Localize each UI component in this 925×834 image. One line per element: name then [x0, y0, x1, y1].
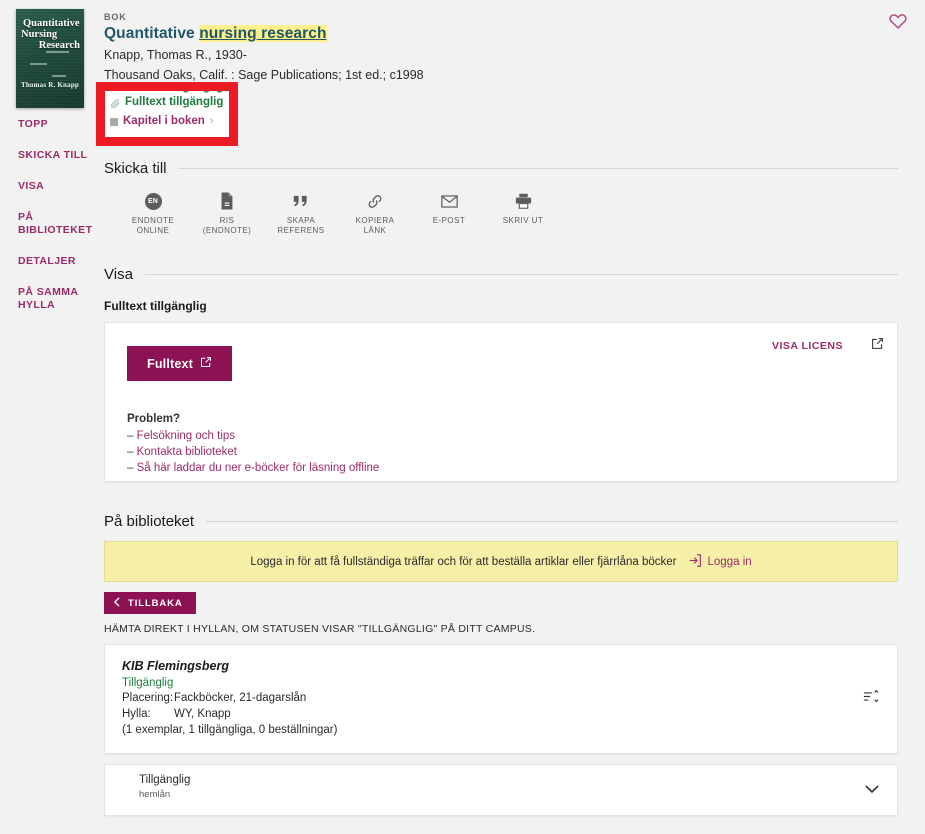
- holding-placering-label: Placering:: [122, 692, 174, 704]
- holding-library-name: KIB Flemingsberg: [122, 659, 229, 673]
- sort-list-icon[interactable]: [863, 688, 879, 709]
- expand-title: Tillgänglig: [139, 773, 191, 786]
- heart-icon[interactable]: [887, 10, 909, 32]
- view-license-label: VISA LICENS: [771, 340, 843, 352]
- problem-link-troubleshooting[interactable]: Felsökning och tips: [137, 430, 235, 442]
- holding-placering-value: Fackböcker, 21-dagarslån: [174, 692, 307, 704]
- holding-counts: (1 exemplar, 1 tillgängliga, 0 beställni…: [122, 724, 338, 736]
- send-to-create-reference[interactable]: SKAPA REFERENS: [264, 191, 338, 236]
- back-button-label: TILLBAKA: [128, 597, 183, 609]
- fulltext-button[interactable]: Fulltext: [127, 346, 233, 381]
- divider: [178, 168, 898, 169]
- holding-status: Tillgänglig: [122, 677, 174, 689]
- send-to-title: Skicka till: [104, 160, 167, 177]
- problem-link-offline-ebooks[interactable]: Så här laddar du ner e-böcker för läsnin…: [137, 462, 380, 474]
- login-banner-text: Logga in för att få fullständiga träffar…: [250, 555, 677, 568]
- problem-line: – Felsökning och tips: [127, 430, 236, 442]
- external-link-icon: [200, 356, 212, 371]
- availability-fulltext-label: Fulltext tillgänglig: [125, 96, 224, 108]
- record-header: BOK Quantitative nursing research Knapp,…: [104, 12, 905, 83]
- holding-card[interactable]: KIB Flemingsberg Tillgänglig Placering: …: [104, 644, 898, 754]
- availability-chapter-link[interactable]: Kapitel i boken ›: [110, 112, 225, 131]
- section-sidebar: TOPP SKICKA TILL VISA PÅ BIBLIOTEKET DET…: [0, 0, 100, 330]
- availability-fulltext-link[interactable]: Fulltext tillgänglig ›: [110, 93, 229, 112]
- login-icon: [689, 553, 702, 570]
- divider: [144, 274, 898, 275]
- visa-subheading: Fulltext tillgänglig: [104, 299, 207, 313]
- send-to-email[interactable]: E-POST: [412, 191, 486, 236]
- record-title-highlight: nursing research: [199, 25, 327, 42]
- visa-title: Visa: [104, 266, 133, 283]
- availability-expand-row[interactable]: Tillgänglig hemlån: [104, 763, 898, 816]
- send-to-endnote-online[interactable]: EN ENDNOTE ONLINE: [116, 191, 190, 236]
- sidebar-item-visa[interactable]: VISA: [0, 180, 100, 193]
- record-imprint: Thousand Oaks, Calif. : Sage Publication…: [104, 68, 424, 82]
- library-header: På biblioteket: [104, 513, 898, 530]
- chevron-left-icon: [113, 596, 121, 610]
- external-link-icon: [871, 337, 884, 355]
- availability-row-clipped[interactable]: Fulltext tillgänglig: [110, 91, 225, 93]
- link-icon: [338, 191, 412, 211]
- send-to-header: Skicka till: [104, 160, 898, 177]
- login-banner: Logga in för att få fullständiga träffar…: [104, 541, 898, 582]
- back-button[interactable]: TILLBAKA: [104, 592, 196, 614]
- chevron-right-icon: ›: [209, 115, 214, 127]
- view-license-link[interactable]: VISA LICENS: [772, 337, 884, 355]
- record-detail-page: Quantitative Nursing Research Thomas R. …: [0, 0, 925, 834]
- availability-chapter-label: Kapitel i boken: [123, 115, 205, 127]
- login-link[interactable]: Logga in: [689, 553, 752, 570]
- chevron-right-icon: ›: [228, 96, 233, 108]
- sidebar-item-skicka-till[interactable]: SKICKA TILL: [0, 149, 100, 162]
- send-to-section: Skicka till EN ENDNOTE ONLINE RIS (ENDNO…: [104, 160, 898, 236]
- ris-file-icon: [190, 191, 264, 211]
- paperclip-icon: [110, 97, 121, 109]
- sidebar-item-pa-samma-hylla[interactable]: PÅ SAMMA HYLLA: [0, 286, 100, 312]
- record-type-label: BOK: [104, 12, 127, 22]
- send-to-ris[interactable]: RIS (ENDNOTE): [190, 191, 264, 236]
- send-to-print[interactable]: SKRIV UT: [486, 191, 560, 236]
- divider: [206, 521, 898, 522]
- quote-icon: [264, 191, 338, 211]
- sidebar-item-topp[interactable]: TOPP: [0, 118, 100, 131]
- visa-header: Visa: [104, 266, 898, 283]
- chevron-down-icon[interactable]: [865, 781, 879, 799]
- sidebar-item-detaljer[interactable]: DETALJER: [0, 255, 100, 268]
- endnote-online-icon: EN: [116, 191, 190, 211]
- fulltext-button-label: Fulltext: [147, 356, 194, 371]
- record-title[interactable]: Quantitative nursing research: [104, 25, 327, 43]
- problem-title: Problem?: [127, 413, 181, 425]
- library-title: På biblioteket: [104, 513, 195, 530]
- fulltext-panel: VISA LICENS Fulltext Problem? – Felsökni: [104, 322, 898, 482]
- shelf-hint: HÄMTA DIREKT I HYLLAN, OM STATUSEN VISAR…: [104, 623, 536, 635]
- holding-placering-row: Placering: Fackböcker, 21-dagarslån: [122, 691, 881, 707]
- endnote-badge: EN: [144, 192, 162, 210]
- printer-icon: [486, 191, 560, 211]
- problem-link-contact-library[interactable]: Kontakta biblioteket: [137, 446, 237, 458]
- holding-hylla-label: Hylla:: [122, 707, 151, 720]
- envelope-icon: [412, 191, 486, 211]
- record-title-plain: Quantitative: [104, 25, 200, 42]
- send-to-copy-link[interactable]: KOPIERA LÄNK: [338, 191, 412, 236]
- visa-section: Visa Fulltext tillgänglig VISA LICENS Fu…: [104, 266, 898, 482]
- sidebar-item-pa-biblioteket[interactable]: PÅ BIBLIOTEKET: [0, 211, 100, 237]
- holding-hylla-value: WY, Knapp: [174, 707, 231, 720]
- availability-highlight-box: Fulltext tillgänglig Fulltext tillgängli…: [96, 82, 238, 146]
- record-author: Knapp, Thomas R., 1930-: [104, 48, 247, 62]
- paperclip-icon: [110, 91, 121, 93]
- holding-hylla-row: Hylla: WY, Knapp: [122, 707, 881, 723]
- problem-block: Problem? – Felsökning och tips – Kontakt…: [127, 413, 379, 476]
- library-section: På biblioteket Logga in för att få fulls…: [104, 513, 898, 816]
- problem-line: – Kontakta biblioteket: [127, 446, 237, 458]
- problem-line: – Så här laddar du ner e-böcker för läsn…: [127, 462, 380, 474]
- send-to-actions: EN ENDNOTE ONLINE RIS (ENDNOTE) SKAPA RE…: [104, 191, 898, 236]
- login-link-label: Logga in: [707, 555, 752, 568]
- book-chapter-icon: [110, 117, 118, 126]
- expand-subtitle: hemlån: [139, 788, 171, 800]
